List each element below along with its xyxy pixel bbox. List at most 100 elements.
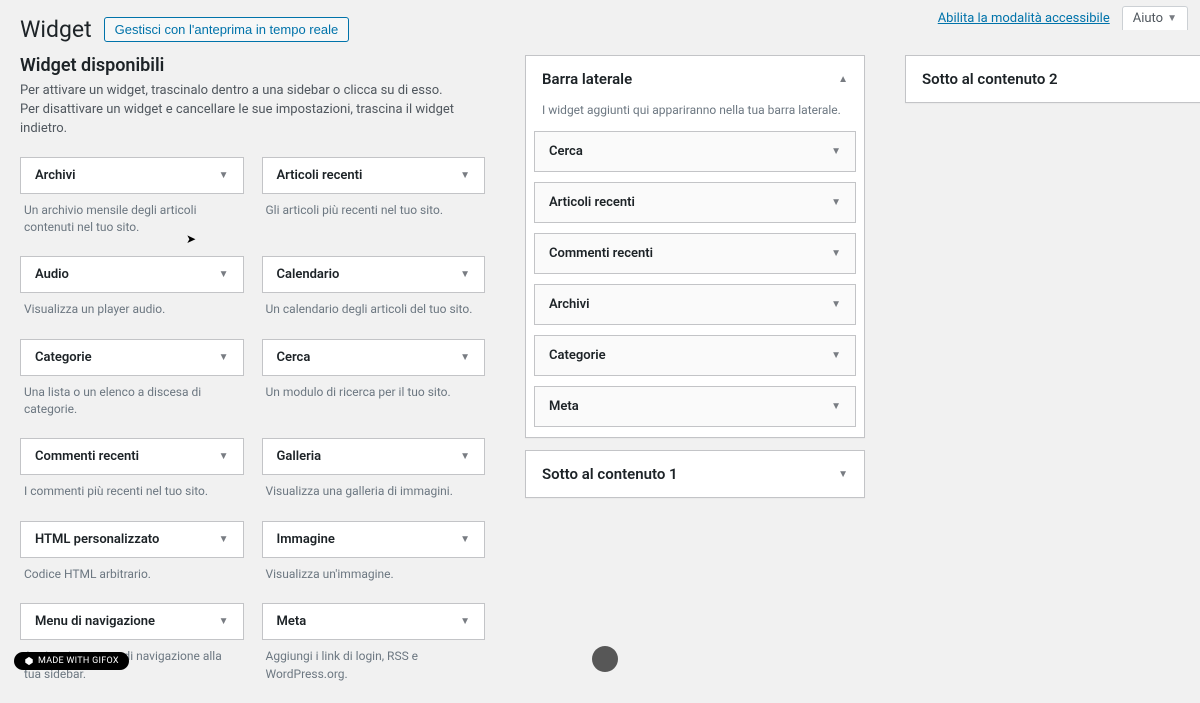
available-widget-box[interactable]: Archivi ▼	[20, 157, 244, 194]
available-widget-desc: Gli articoli più recenti nel tuo sito.	[262, 194, 486, 235]
available-widget-desc: Un modulo di ricerca per il tuo sito.	[262, 376, 486, 417]
gifox-logo-icon	[24, 656, 34, 666]
caret-down-icon: ▼	[460, 170, 470, 181]
available-widget-title: Articoli recenti	[277, 168, 363, 183]
available-widget-box[interactable]: Galleria ▼	[262, 438, 486, 475]
available-widget-item: Meta ▼ Aggiungi i link di login, RSS e Wor…	[262, 603, 486, 699]
page-title: Widget	[20, 16, 92, 43]
placed-widget[interactable]: Archivi ▼	[534, 284, 856, 325]
caret-down-icon: ▼	[219, 352, 229, 363]
placed-widget-title: Archivi	[549, 297, 590, 312]
available-widget-item: Categorie ▼ Una lista o un elenco a disces…	[20, 339, 244, 435]
caret-down-icon: ▼	[831, 299, 841, 310]
available-widget-title: Meta	[277, 614, 307, 629]
available-widget-item: Archivi ▼ Un archivio mensile degli artico…	[20, 157, 244, 253]
caret-down-icon: ▼	[219, 616, 229, 627]
available-widget-box[interactable]: Meta ▼	[262, 603, 486, 640]
caret-down-icon: ▼	[219, 269, 229, 280]
available-widget-desc: Una lista o un elenco a discesa di categ…	[20, 376, 244, 435]
available-widget-title: Cerca	[277, 350, 311, 365]
caret-down-icon: ▼	[831, 146, 841, 157]
caret-down-icon: ▼	[460, 451, 470, 462]
caret-down-icon: ▼	[460, 269, 470, 280]
placed-widget-title: Categorie	[549, 348, 606, 363]
available-widget-title: Archivi	[35, 168, 76, 183]
caret-down-icon: ▼	[831, 197, 841, 208]
available-widget-title: Galleria	[277, 449, 322, 464]
widget-area-sidebar-header[interactable]: Barra laterale ▲	[526, 56, 864, 102]
available-widget-box[interactable]: Immagine ▼	[262, 521, 486, 558]
available-widget-desc: Visualizza un'immagine.	[262, 558, 486, 599]
available-widget-title: Commenti recenti	[35, 449, 139, 464]
widget-area-sidebar: Barra laterale ▲ I widget aggiunti qui a…	[525, 55, 865, 438]
widget-area-below-2-header[interactable]: Sotto al contenuto 2 ▼	[906, 56, 1200, 102]
caret-down-icon: ▼	[831, 248, 841, 259]
manage-live-preview-button[interactable]: Gestisci con l'anteprima in tempo reale	[104, 17, 350, 42]
available-widget-desc: Codice HTML arbitrario.	[20, 558, 244, 599]
available-widget-item: Immagine ▼ Visualizza un'immagine.	[262, 521, 486, 599]
available-widget-item: Articoli recenti ▼ Gli articoli più recent…	[262, 157, 486, 253]
available-widget-desc: Un archivio mensile degli articoli conte…	[20, 194, 244, 253]
available-widget-box[interactable]: Categorie ▼	[20, 339, 244, 376]
widget-area-title: Sotto al contenuto 2	[922, 70, 1058, 88]
available-widget-box[interactable]: HTML personalizzato ▼	[20, 521, 244, 558]
placed-widget-title: Cerca	[549, 144, 583, 159]
available-widget-item: Cerca ▼ Un modulo di ricerca per il tuo si…	[262, 339, 486, 435]
available-widget-desc: Visualizza un player audio.	[20, 293, 244, 334]
available-widget-box[interactable]: Cerca ▼	[262, 339, 486, 376]
caret-down-icon: ▼	[1167, 13, 1177, 24]
gifox-badge-label: MADE WITH GIFOX	[38, 656, 119, 666]
available-widgets-description: Per attivare un widget, trascinalo dentr…	[20, 82, 460, 139]
widget-area-title: Barra laterale	[542, 70, 632, 88]
available-widget-box[interactable]: Articoli recenti ▼	[262, 157, 486, 194]
caret-down-icon: ▼	[460, 352, 470, 363]
available-widget-item: Galleria ▼ Visualizza una galleria di imma…	[262, 438, 486, 516]
available-widgets-heading: Widget disponibili	[20, 55, 485, 76]
available-widget-title: Menu di navigazione	[35, 614, 155, 629]
available-widget-item: HTML personalizzato ▼ Codice HTML arbitrar…	[20, 521, 244, 599]
available-widget-item: Calendario ▼ Un calendario degli articoli …	[262, 256, 486, 334]
caret-down-icon: ▼	[831, 401, 841, 412]
available-widget-desc: Un calendario degli articoli del tuo sit…	[262, 293, 486, 334]
available-widget-title: Audio	[35, 267, 69, 282]
caret-down-icon: ▼	[219, 451, 229, 462]
placed-widget-title: Articoli recenti	[549, 195, 635, 210]
widget-area-below-1-header[interactable]: Sotto al contenuto 1 ▼	[526, 451, 864, 497]
available-widget-desc: Visualizza una galleria di immagini.	[262, 475, 486, 516]
help-tab-label: Aiuto	[1133, 11, 1163, 26]
available-widget-desc: Aggiungi i link di login, RSS e WordPres…	[262, 640, 486, 699]
available-widget-box[interactable]: Calendario ▼	[262, 256, 486, 293]
help-tab[interactable]: Aiuto ▼	[1122, 6, 1188, 30]
placed-widget[interactable]: Commenti recenti ▼	[534, 233, 856, 274]
available-widget-box[interactable]: Commenti recenti ▼	[20, 438, 244, 475]
caret-down-icon: ▼	[831, 350, 841, 361]
available-widget-item: Audio ▼ Visualizza un player audio.	[20, 256, 244, 334]
placed-widget[interactable]: Cerca ▼	[534, 131, 856, 172]
placed-widget[interactable]: Categorie ▼	[534, 335, 856, 376]
caret-down-icon: ▼	[219, 170, 229, 181]
available-widget-desc: I commenti più recenti nel tuo sito.	[20, 475, 244, 516]
placed-widget-title: Meta	[549, 399, 579, 414]
caret-down-icon: ▼	[838, 469, 848, 480]
caret-up-icon: ▲	[838, 74, 848, 85]
available-widget-title: Calendario	[277, 267, 340, 282]
widget-area-below-2: Sotto al contenuto 2 ▼	[905, 55, 1200, 103]
placed-widget-title: Commenti recenti	[549, 246, 653, 261]
accessible-mode-link[interactable]: Abilita la modalità accessibile	[938, 11, 1110, 26]
available-widget-item: Commenti recenti ▼ I commenti più recenti …	[20, 438, 244, 516]
caret-down-icon: ▼	[460, 616, 470, 627]
widget-area-title: Sotto al contenuto 1	[542, 465, 678, 483]
floating-button[interactable]	[592, 646, 618, 672]
placed-widget[interactable]: Meta ▼	[534, 386, 856, 427]
placed-widget[interactable]: Articoli recenti ▼	[534, 182, 856, 223]
gifox-badge: MADE WITH GIFOX	[14, 652, 129, 670]
caret-down-icon: ▼	[219, 534, 229, 545]
available-widget-title: Immagine	[277, 532, 335, 547]
available-widget-title: Categorie	[35, 350, 92, 365]
available-widget-title: HTML personalizzato	[35, 532, 159, 547]
available-widget-box[interactable]: Audio ▼	[20, 256, 244, 293]
widget-area-below-1: Sotto al contenuto 1 ▼	[525, 450, 865, 498]
widget-area-sidebar-desc: I widget aggiunti qui appariranno nella …	[526, 102, 864, 131]
available-widget-box[interactable]: Menu di navigazione ▼	[20, 603, 244, 640]
caret-down-icon: ▼	[460, 534, 470, 545]
